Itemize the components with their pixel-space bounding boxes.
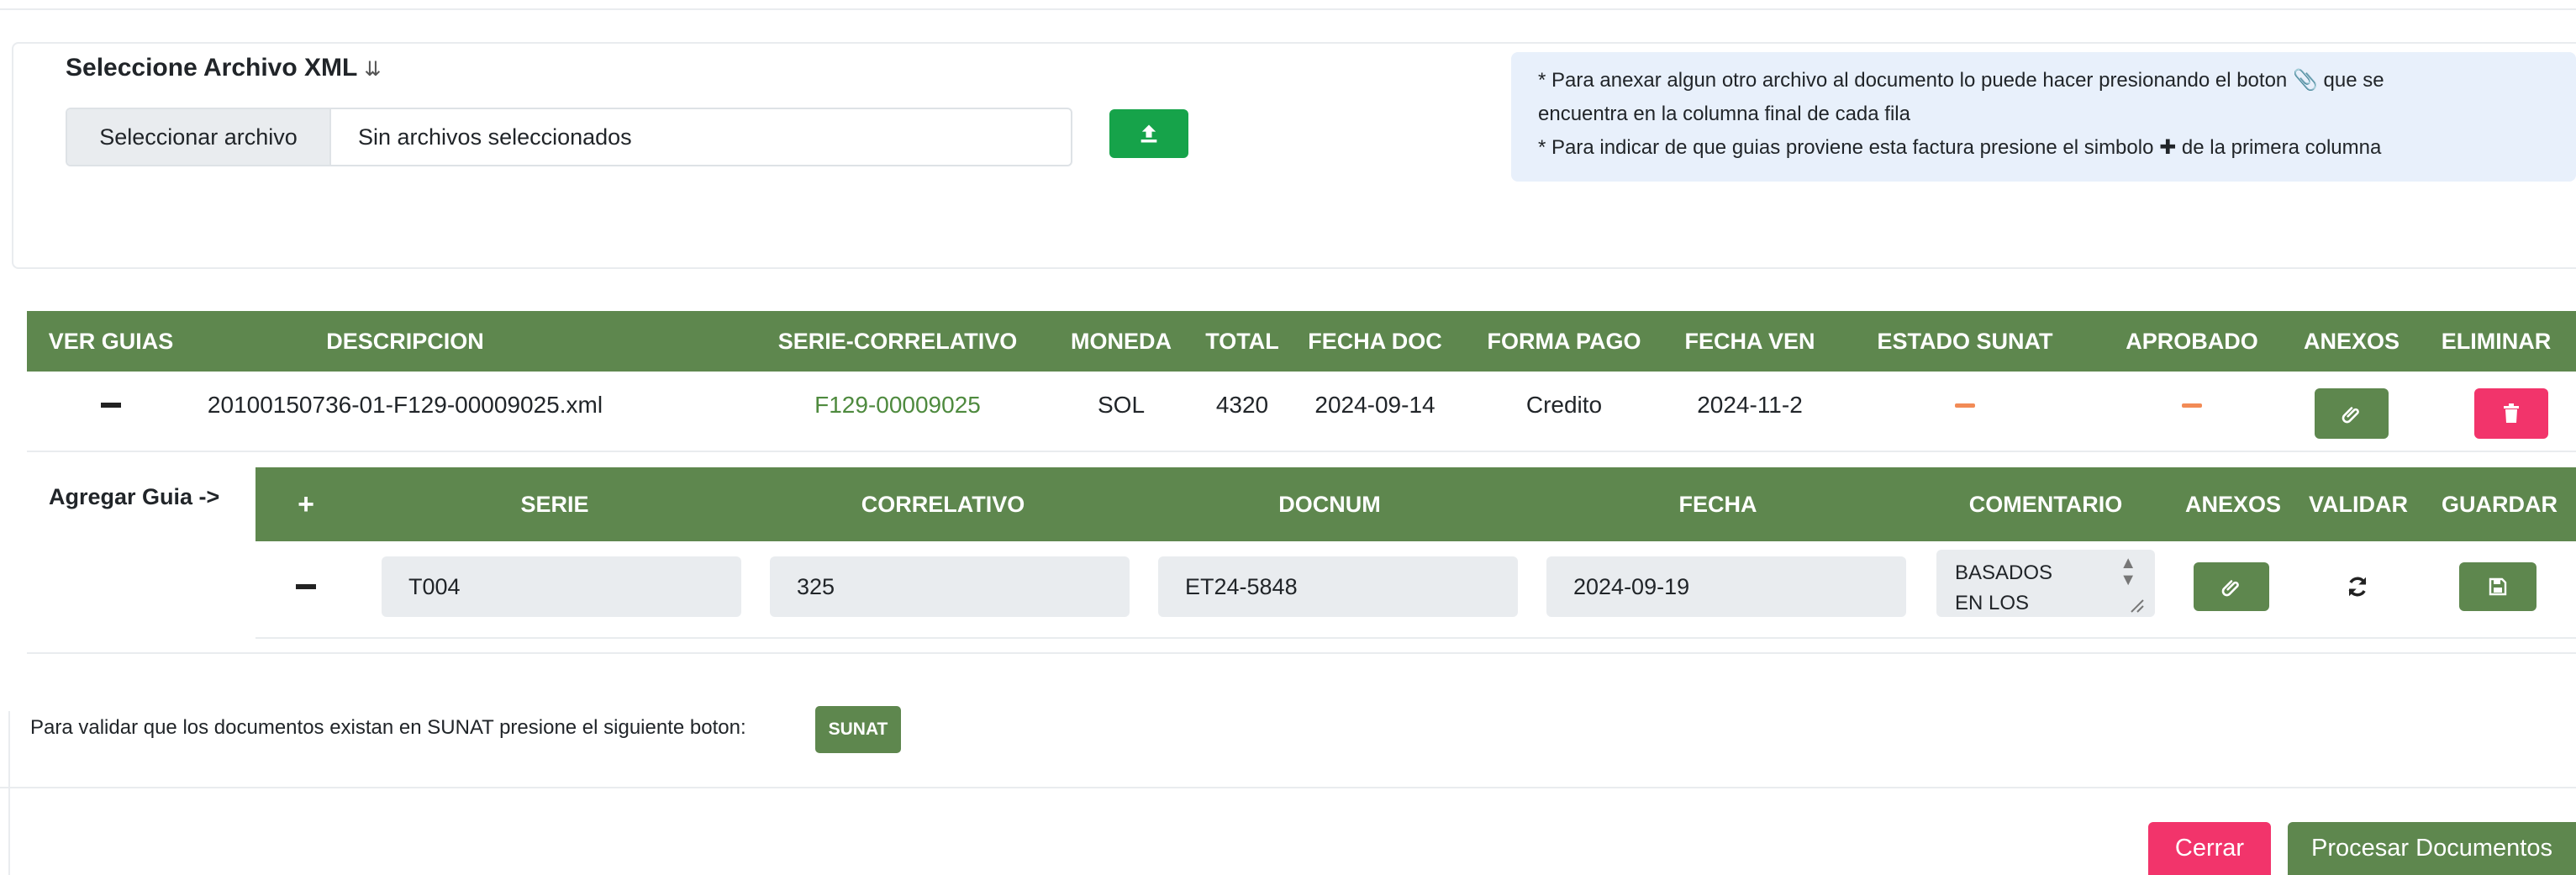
fecha-field-wrap: 2024-09-19 xyxy=(1546,556,1906,617)
correlativo-field-wrap: 325 xyxy=(770,556,1130,617)
file-name-text: Sin archivos seleccionados xyxy=(358,124,632,150)
guide-table-header: + SERIE CORRELATIVO DOCNUM FECHA COMENTA… xyxy=(255,467,2576,541)
info-line-1: * Para anexar algun otro archivo al docu… xyxy=(1538,69,2384,92)
left-edge-border xyxy=(0,711,10,875)
col-forma-pago: FORMA PAGO xyxy=(1487,328,1641,354)
col-fecha-ven: FECHA VEN xyxy=(1684,328,1815,354)
col-docnum: DOCNUM xyxy=(1278,491,1381,517)
row-moneda: SOL xyxy=(1097,392,1146,418)
row-total: 4320 xyxy=(1215,392,1269,418)
remove-guide-button[interactable] xyxy=(255,556,356,617)
attach-button[interactable] xyxy=(2315,388,2389,439)
choose-file-button[interactable]: Seleccionar archivo xyxy=(67,109,331,165)
sunat-validate-button[interactable]: SUNAT xyxy=(815,706,901,753)
paperclip-icon xyxy=(2221,580,2239,597)
footer-divider xyxy=(0,787,2576,788)
col-total: TOTAL xyxy=(1205,328,1279,354)
col-comentario: COMENTARIO xyxy=(1968,491,2123,517)
pending-dash-icon xyxy=(2182,403,2202,408)
guide-save-cell xyxy=(2459,556,2536,617)
col-fecha-doc: FECHA DOC xyxy=(1308,328,1442,354)
info-line-3: * Para indicar de que guias proviene est… xyxy=(1538,136,2382,159)
add-guide-button[interactable]: + xyxy=(255,467,356,541)
xml-file-input[interactable]: Seleccionar archivo Sin archivos selecci… xyxy=(66,108,1072,166)
close-button[interactable]: Cerrar xyxy=(2148,822,2271,875)
chevron-double-down-icon[interactable]: ⇊ xyxy=(364,58,381,81)
sunat-prompt: Para validar que los documentos existan … xyxy=(30,716,746,739)
row-fecha-ven: 2024-11-2 xyxy=(1697,392,1803,418)
docnum-field-wrap: ET24-5848 xyxy=(1158,556,1518,617)
spinner-icon[interactable]: ▲ ▼ xyxy=(2120,555,2136,588)
upload-icon xyxy=(1140,124,1157,143)
trash-icon xyxy=(2504,403,2519,423)
agregar-guia-label: Agregar Guia -> xyxy=(49,484,220,509)
plus-icon: ✚ xyxy=(2159,136,2177,159)
col-moneda: MONEDA xyxy=(1071,328,1172,354)
paperclip-icon: 📎 xyxy=(2292,69,2318,92)
info-line-2: encuentra en la columna final de cada fi… xyxy=(1538,103,1910,125)
pending-dash-icon xyxy=(1955,403,1975,408)
anexos-cell xyxy=(2296,380,2407,447)
comentario-field-wrap: BASADOS EN LOS ▲ ▼ xyxy=(1936,550,2155,617)
top-divider xyxy=(0,8,2576,10)
col-eliminar: ELIMINAR xyxy=(2441,328,2552,354)
upload-title: Seleccione Archivo XML ⇊ xyxy=(66,54,382,82)
col-guardar: GUARDAR xyxy=(2442,491,2558,517)
col-descripcion: DESCRIPCION xyxy=(326,328,484,354)
table-row: T004 325 ET24-5848 2024-09-19 BASADOS EN… xyxy=(255,541,2576,639)
serie-field-wrap: T004 xyxy=(382,556,741,617)
col-anexos: ANEXOS xyxy=(2303,328,2400,354)
info-box: * Para anexar algun otro archivo al docu… xyxy=(1511,52,2576,182)
col-ver-guias: VER GUIAS xyxy=(48,328,174,354)
resize-grip-icon[interactable] xyxy=(2126,595,2145,614)
fecha-input[interactable]: 2024-09-19 xyxy=(1546,556,1906,617)
aprobado-status xyxy=(2113,372,2271,439)
col-anexos: ANEXOS xyxy=(2184,491,2282,517)
col-estado-sunat: ESTADO SUNAT xyxy=(1877,328,2053,354)
table-row: 20100150736-01-F129-00009025.xml F129-00… xyxy=(27,372,2576,452)
minus-icon[interactable] xyxy=(101,403,121,408)
serie-input[interactable]: T004 xyxy=(382,556,741,617)
col-aprobado: APROBADO xyxy=(2126,328,2258,354)
row-forma-pago: Credito xyxy=(1525,392,1603,418)
comentario-textarea[interactable]: BASADOS EN LOS ▲ ▼ xyxy=(1936,550,2155,617)
docnum-input[interactable]: ET24-5848 xyxy=(1158,556,1518,617)
floppy-disk-icon xyxy=(2489,577,2507,596)
col-correlativo: CORRELATIVO xyxy=(861,491,1025,517)
refresh-icon xyxy=(2348,577,2367,597)
col-serie: SERIE xyxy=(520,491,589,517)
collapse-guias-toggle[interactable] xyxy=(27,372,195,439)
delete-button[interactable] xyxy=(2474,388,2548,439)
guide-attach-button[interactable] xyxy=(2194,562,2269,611)
col-validar: VALIDAR xyxy=(2309,491,2408,517)
save-guide-button[interactable] xyxy=(2459,562,2536,611)
invoice-table-header: VER GUIAS DESCRIPCION SERIE-CORRELATIVO … xyxy=(27,311,2576,372)
col-serie-correlativo: SERIE-CORRELATIVO xyxy=(777,328,1018,354)
correlativo-input[interactable]: 325 xyxy=(770,556,1130,617)
guide-anexos-cell xyxy=(2194,556,2271,617)
row-descripcion: 20100150736-01-F129-00009025.xml xyxy=(207,392,603,418)
eliminar-cell xyxy=(2459,380,2563,447)
process-documents-button[interactable]: Procesar Documentos xyxy=(2288,822,2576,875)
minus-icon[interactable] xyxy=(296,584,316,589)
estado-sunat-status xyxy=(1864,372,2066,439)
row-serie-correlativo[interactable]: F129-00009025 xyxy=(756,372,1039,439)
section-divider xyxy=(27,652,2576,654)
row-fecha-doc: 2024-09-14 xyxy=(1314,392,1436,418)
validate-button[interactable] xyxy=(2320,556,2395,617)
paperclip-icon xyxy=(2342,407,2359,424)
col-fecha: FECHA xyxy=(1678,491,1757,517)
upload-button[interactable] xyxy=(1109,109,1188,158)
